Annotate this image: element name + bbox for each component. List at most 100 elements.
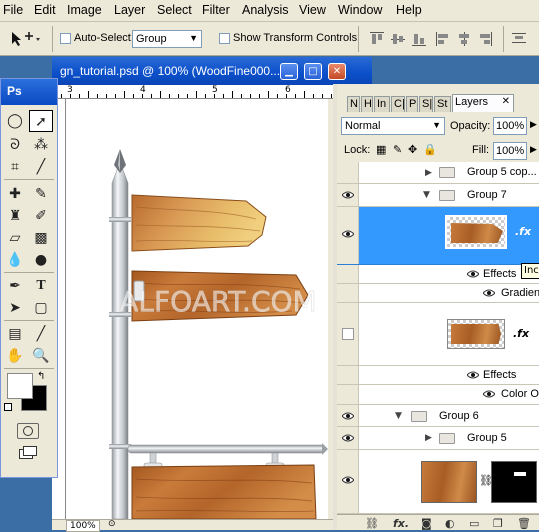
blend-mode-dropdown[interactable]: Normal ▼ bbox=[341, 117, 445, 135]
auto-select-checkbox[interactable] bbox=[60, 33, 71, 44]
lasso-tool-icon[interactable]: ᘐ bbox=[3, 134, 27, 156]
canvas[interactable]: ALFOART.COM bbox=[66, 99, 328, 519]
move-tool-preset-icon[interactable] bbox=[10, 30, 40, 48]
tab-layers[interactable]: Layers ✕ bbox=[452, 94, 514, 112]
gradient-tool-icon[interactable]: ▩ bbox=[29, 227, 53, 249]
menu-image[interactable]: Image bbox=[67, 3, 102, 17]
distribute-top-icon[interactable] bbox=[512, 32, 526, 46]
history-brush-tool-icon[interactable]: ✐ bbox=[29, 205, 53, 227]
eye-icon[interactable] bbox=[342, 434, 354, 442]
brush-tool-icon[interactable]: ✎ bbox=[29, 183, 53, 205]
crop-tool-icon[interactable]: ⌗ bbox=[3, 156, 27, 178]
move-tool-icon[interactable]: ➚ bbox=[29, 110, 53, 132]
eye-icon[interactable] bbox=[342, 191, 354, 199]
align-left-icon[interactable] bbox=[436, 32, 450, 46]
zoom-level[interactable]: 100% bbox=[66, 520, 100, 532]
transform-controls-checkbox[interactable] bbox=[219, 33, 230, 44]
lock-transparency-icon[interactable]: ▦ bbox=[376, 143, 386, 156]
layer-row-group7[interactable]: ▼ Group 7 bbox=[337, 184, 539, 207]
add-style-icon[interactable]: fx. bbox=[393, 517, 409, 530]
path-selection-tool-icon[interactable]: ➤ bbox=[3, 297, 27, 319]
tab-styles[interactable]: St bbox=[434, 96, 451, 112]
layer-row-masked[interactable]: ⛓ bbox=[337, 450, 539, 514]
tab-color[interactable]: C| bbox=[391, 96, 405, 112]
collapse-triangle-icon[interactable]: ▼ bbox=[423, 190, 430, 200]
eye-icon[interactable] bbox=[483, 289, 495, 297]
eye-icon[interactable] bbox=[467, 270, 479, 278]
align-hcenter-icon[interactable] bbox=[457, 32, 471, 46]
visibility-toggle-empty[interactable] bbox=[342, 328, 354, 340]
menu-edit[interactable]: Edit bbox=[34, 3, 56, 17]
close-tab-icon[interactable]: ✕ bbox=[502, 96, 510, 107]
eye-icon[interactable] bbox=[342, 476, 354, 484]
document-title-bar[interactable]: gn_tutorial.psd @ 100% (WoodFine000... ▁… bbox=[52, 57, 372, 85]
tab-info[interactable]: In bbox=[374, 96, 390, 112]
auto-select-dropdown[interactable]: Group ▼ bbox=[132, 30, 202, 48]
tab-histogram[interactable]: H bbox=[361, 96, 373, 112]
marquee-tool-icon[interactable]: ◯ bbox=[3, 110, 27, 132]
effect-row-color-overlay[interactable]: Color O... bbox=[337, 385, 539, 405]
new-layer-icon[interactable]: ❐ bbox=[493, 517, 503, 530]
add-mask-icon[interactable]: ◙ bbox=[421, 517, 432, 530]
layer-row-wood2[interactable]: .fx bbox=[337, 303, 539, 366]
menu-view[interactable]: View bbox=[299, 3, 326, 17]
lock-all-icon[interactable]: 🔒 bbox=[423, 143, 437, 156]
tab-swatches[interactable]: S| bbox=[419, 96, 433, 112]
lock-pixels-icon[interactable]: ✎ bbox=[393, 143, 402, 156]
foreground-color-swatch-top[interactable] bbox=[7, 373, 33, 399]
status-info-icon[interactable]: ⊙ bbox=[108, 519, 116, 529]
layer-row-group6[interactable]: ▼ Group 6 bbox=[337, 405, 539, 427]
quick-mask-icon[interactable] bbox=[17, 423, 39, 439]
fx-indicator[interactable]: .fx bbox=[513, 327, 529, 340]
effect-row-gradient[interactable]: Gradien... bbox=[337, 284, 539, 303]
eye-icon[interactable] bbox=[342, 230, 354, 238]
lock-position-icon[interactable]: ✥ bbox=[408, 143, 417, 156]
eye-icon[interactable] bbox=[467, 371, 479, 379]
default-colors-icon[interactable] bbox=[4, 403, 12, 411]
menu-file[interactable]: File bbox=[3, 3, 23, 17]
tab-navigator[interactable]: N bbox=[347, 96, 360, 112]
dodge-tool-icon[interactable]: ● bbox=[29, 249, 53, 271]
pen-tool-icon[interactable]: ✒ bbox=[3, 275, 27, 297]
swap-colors-icon[interactable]: ↰ bbox=[37, 371, 45, 382]
align-top-icon[interactable] bbox=[370, 32, 384, 46]
menu-help[interactable]: Help bbox=[396, 3, 422, 17]
hand-tool-icon[interactable]: ✋ bbox=[3, 345, 27, 367]
clone-stamp-tool-icon[interactable]: ♜ bbox=[3, 205, 27, 227]
delete-layer-icon[interactable]: 🗑 bbox=[517, 517, 531, 530]
fill-slider-arrow-icon[interactable]: ▶ bbox=[530, 145, 537, 155]
screen-mode-icon[interactable] bbox=[17, 445, 39, 461]
align-vcenter-icon[interactable] bbox=[391, 32, 405, 46]
color-sampler-tool-icon[interactable]: ╱ bbox=[29, 323, 53, 345]
tab-paths[interactable]: P bbox=[406, 96, 418, 112]
type-tool-icon[interactable]: T bbox=[29, 275, 53, 297]
new-group-icon[interactable]: ▭ bbox=[469, 517, 479, 530]
eraser-tool-icon[interactable]: ▱ bbox=[3, 227, 27, 249]
effects-row-1[interactable]: Effects bbox=[337, 265, 539, 284]
minimize-button[interactable]: ▁ bbox=[280, 63, 298, 80]
link-layers-icon[interactable]: ⛓ bbox=[365, 517, 379, 530]
magic-wand-tool-icon[interactable]: ⁂ bbox=[29, 134, 53, 156]
layer-row-group5[interactable]: ▶ Group 5 bbox=[337, 427, 539, 450]
notes-tool-icon[interactable]: ▤ bbox=[3, 323, 27, 345]
menu-filter[interactable]: Filter bbox=[202, 3, 230, 17]
effects-row-2[interactable]: Effects bbox=[337, 366, 539, 385]
layer-row-selected[interactable]: .fx bbox=[337, 207, 539, 265]
eye-icon[interactable] bbox=[483, 390, 495, 398]
menu-analysis[interactable]: Analysis bbox=[242, 3, 289, 17]
opacity-slider-arrow-icon[interactable]: ▶ bbox=[530, 120, 537, 130]
healing-brush-tool-icon[interactable]: ✚ bbox=[3, 183, 27, 205]
adjustment-layer-icon[interactable]: ◐ bbox=[445, 517, 455, 530]
eyedropper-tool-icon[interactable]: ╱ bbox=[29, 156, 53, 178]
layer-row-group5copy[interactable]: ▶ Group 5 cop... bbox=[337, 162, 539, 184]
collapse-triangle-icon[interactable]: ▼ bbox=[395, 411, 402, 421]
maximize-button[interactable]: □ bbox=[304, 63, 322, 80]
menu-select[interactable]: Select bbox=[157, 3, 192, 17]
shape-tool-icon[interactable]: ▢ bbox=[29, 297, 53, 319]
fill-input[interactable]: 100% bbox=[493, 142, 527, 160]
align-right-icon[interactable] bbox=[478, 32, 492, 46]
expand-triangle-icon[interactable]: ▶ bbox=[425, 168, 432, 178]
opacity-input[interactable]: 100% bbox=[493, 117, 527, 135]
expand-triangle-icon[interactable]: ▶ bbox=[425, 433, 432, 443]
align-bottom-icon[interactable] bbox=[412, 32, 426, 46]
